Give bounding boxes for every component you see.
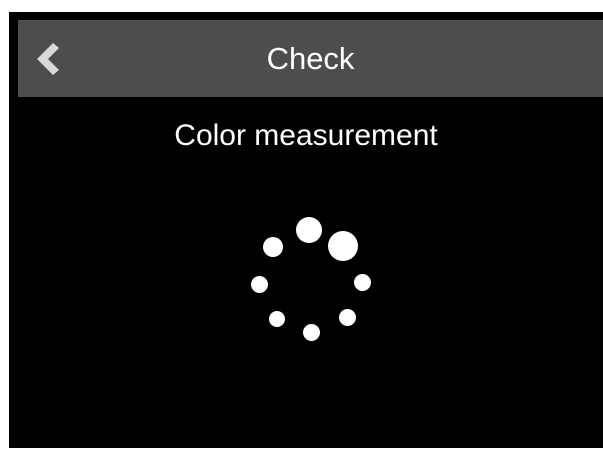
spinner-dot — [354, 274, 371, 291]
chevron-left-icon — [37, 43, 59, 75]
status-heading: Color measurement — [174, 119, 438, 152]
spinner-dot — [303, 324, 320, 341]
spinner-dot — [328, 231, 358, 261]
title-bar: Check — [18, 20, 603, 97]
back-button[interactable] — [18, 20, 88, 97]
device-frame: Check Color measurement — [0, 0, 603, 458]
spinner-dot — [296, 217, 322, 243]
spinner-dot — [269, 311, 285, 327]
spinner-dot — [263, 237, 283, 257]
spinner-dot — [339, 309, 356, 326]
loading-spinner-icon — [239, 210, 379, 350]
page-title: Check — [266, 41, 355, 76]
spinner-dot — [251, 276, 268, 293]
device-screen: Check Color measurement — [9, 12, 603, 448]
